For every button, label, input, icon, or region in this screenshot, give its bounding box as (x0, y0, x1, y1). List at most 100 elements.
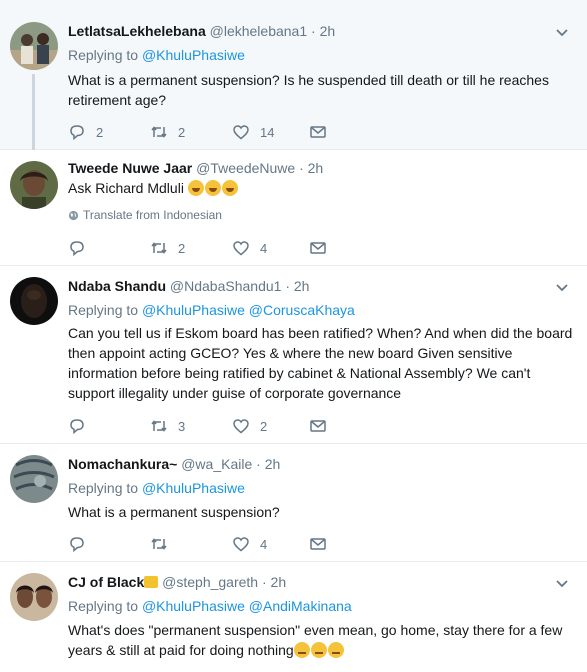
action-bar: 2 2 14 (68, 122, 358, 142)
laughing-emoji-icon (187, 180, 204, 196)
user-handle[interactable]: @TweedeNuwe (196, 160, 295, 176)
envelope-icon (310, 420, 326, 432)
heart-icon (233, 125, 249, 140)
timestamp[interactable]: 2h (308, 160, 324, 176)
tweet[interactable]: Tweede Nuwe Jaar @TweedeNuwe · 2h Ask Ri… (0, 150, 587, 266)
tweet[interactable]: Nomachankura~ @wa_Kaile · 2h Replying to… (0, 444, 587, 562)
like-count: 2 (260, 418, 268, 434)
user-handle[interactable]: @wa_Kaile (181, 456, 252, 472)
reply-icon (70, 241, 84, 257)
display-name[interactable]: LetlatsaLekhelebana (68, 23, 206, 39)
direct-message-button[interactable] (309, 238, 327, 258)
retweet-button[interactable]: 3 (150, 416, 185, 436)
display-name[interactable]: Tweede Nuwe Jaar (68, 160, 192, 176)
timestamp[interactable]: 2h (271, 574, 287, 590)
separator: · (299, 160, 304, 176)
like-button[interactable]: 4 (232, 534, 267, 554)
user-handle[interactable]: @lekhelebana1 (210, 23, 308, 39)
direct-message-button[interactable] (309, 534, 327, 554)
replying-to-label: Replying to (68, 47, 139, 63)
retweet-icon (151, 538, 167, 550)
direct-message-button[interactable] (309, 416, 327, 436)
avatar[interactable] (10, 161, 58, 209)
retweet-count: 2 (178, 124, 186, 140)
action-bar: 2 4 (68, 238, 358, 258)
replying-to-label: Replying to (68, 480, 139, 496)
retweet-icon (151, 420, 167, 432)
user-handle[interactable]: @NdabaShandu1 (170, 278, 282, 294)
tweet-text: Ask Richard Mdluli (68, 178, 573, 198)
mention-link[interactable]: @KhuluPhasiwe (142, 480, 245, 496)
avatar[interactable] (10, 277, 58, 325)
tweet[interactable]: CJ of Black @steph_gareth · 2h Replying … (0, 562, 587, 672)
tweet-header: Tweede Nuwe Jaar @TweedeNuwe · 2h (68, 160, 323, 176)
retweet-button[interactable] (150, 534, 178, 554)
action-bar: 4 (68, 534, 358, 554)
replying-to: Replying to @KhuluPhasiwe (68, 47, 245, 63)
replying-to: Replying to @KhuluPhasiwe @CoruscaKhaya (68, 302, 355, 318)
tweet-text: What is a permanent suspension? Is he su… (68, 72, 549, 108)
reply-count: 2 (96, 124, 104, 140)
action-bar: 3 2 (68, 416, 358, 436)
replying-to: Replying to @KhuluPhasiwe @AndiMakinana (68, 598, 352, 614)
display-name[interactable]: Nomachankura~ (68, 456, 177, 472)
separator: · (311, 23, 316, 39)
display-name[interactable]: Ndaba Shandu (68, 278, 166, 294)
like-button[interactable]: 2 (232, 416, 267, 436)
tweet-text: Can you tell us if Eskom board has been … (68, 325, 573, 401)
like-button[interactable]: 4 (232, 238, 267, 258)
direct-message-button[interactable] (309, 122, 327, 142)
mention-link[interactable]: @KhuluPhasiwe (142, 47, 245, 63)
avatar[interactable] (10, 573, 58, 621)
laughing-emoji-icon (204, 180, 221, 196)
chevron-down-icon[interactable] (555, 281, 569, 295)
translate-label[interactable]: Translate from Indonesian (83, 208, 222, 222)
retweet-button[interactable]: 2 (150, 122, 185, 142)
reply-icon (70, 537, 84, 553)
avatar[interactable] (10, 455, 58, 503)
tweet-text-body: Ask Richard Mdluli (68, 180, 184, 196)
mention-link[interactable]: @KhuluPhasiwe (142, 598, 245, 614)
mention-link[interactable]: @CoruscaKhaya (249, 302, 355, 318)
reply-button[interactable] (68, 238, 96, 258)
reply-button[interactable]: 2 (68, 122, 103, 142)
unamused-emoji-icon (327, 642, 344, 658)
chevron-down-icon[interactable] (555, 26, 569, 40)
like-button[interactable]: 14 (232, 122, 274, 142)
user-handle[interactable]: @steph_gareth (162, 574, 258, 590)
timestamp[interactable]: 2h (294, 278, 310, 294)
tweet-text: What's does "permanent suspension" even … (68, 620, 573, 660)
retweet-count: 3 (178, 418, 186, 434)
display-name[interactable]: CJ of Black (68, 574, 144, 590)
replying-to: Replying to @KhuluPhasiwe (68, 480, 245, 496)
reply-button[interactable] (68, 416, 96, 436)
like-count: 14 (260, 124, 275, 140)
chevron-down-icon[interactable] (555, 577, 569, 591)
translate-link[interactable]: Translate from Indonesian (68, 208, 222, 222)
retweet-icon (151, 242, 167, 254)
tweet[interactable]: Ndaba Shandu @NdabaShandu1 · 2h Replying… (0, 266, 587, 444)
mention-link[interactable]: @KhuluPhasiwe (142, 302, 245, 318)
tweet-text: What is a permanent suspension? (68, 504, 280, 520)
mention-link[interactable]: @AndiMakinana (249, 598, 352, 614)
envelope-icon (310, 242, 326, 254)
avatar[interactable] (10, 22, 58, 70)
retweet-button[interactable]: 2 (150, 238, 185, 258)
tweet-header: Ndaba Shandu @NdabaShandu1 · 2h (68, 278, 309, 294)
reply-icon (70, 419, 84, 435)
separator: · (261, 574, 267, 590)
globe-icon (68, 210, 79, 220)
tweet-header: Nomachankura~ @wa_Kaile · 2h (68, 456, 280, 472)
reply-button[interactable] (68, 534, 96, 554)
replying-to-label: Replying to (68, 598, 139, 614)
heart-icon (233, 419, 249, 434)
unamused-emoji-icon (310, 642, 327, 658)
timestamp[interactable]: 2h (320, 23, 336, 39)
thread-line (32, 74, 35, 150)
reply-icon (70, 125, 84, 141)
timestamp[interactable]: 2h (265, 456, 281, 472)
heart-icon (233, 241, 249, 256)
envelope-icon (310, 126, 326, 138)
tweet[interactable]: LetlatsaLekhelebana @lekhelebana1 · 2h R… (0, 0, 587, 150)
like-count: 4 (260, 536, 268, 552)
